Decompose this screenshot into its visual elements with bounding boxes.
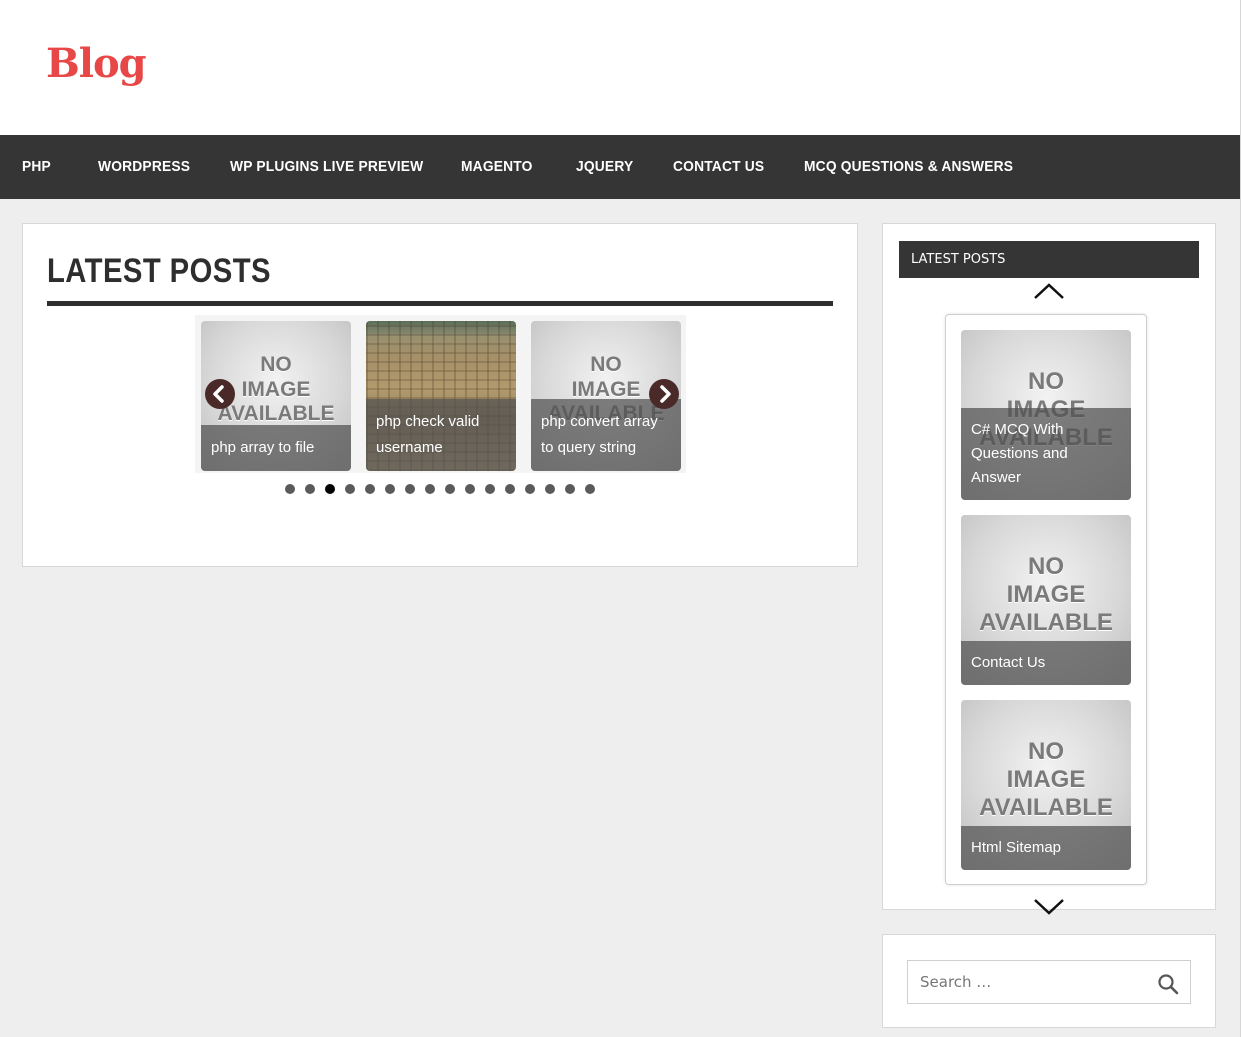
nav-item-magento[interactable]: MAGENTO [461, 135, 533, 199]
carousel-dot[interactable] [505, 484, 515, 494]
nav-item-jquery[interactable]: JQUERY [576, 135, 633, 199]
carousel-dot[interactable] [285, 484, 295, 494]
sidebar-post-item[interactable]: NO IMAGE AVAILABLE C# MCQ With Questions… [961, 330, 1131, 500]
carousel-slide[interactable]: php check valid username [366, 321, 516, 471]
widget-title: LATEST POSTS [899, 241, 1199, 278]
page: Blog PHP WORDPRESS WP PLUGINS LIVE PREVI… [0, 0, 1241, 1037]
site-title[interactable]: Blog [46, 40, 147, 87]
title-divider [47, 301, 833, 306]
post-caption[interactable]: Html Sitemap [961, 826, 1131, 870]
carousel-dot[interactable] [525, 484, 535, 494]
slide-caption[interactable]: php convert array to query string [531, 399, 681, 471]
chevron-down-icon[interactable] [1033, 896, 1065, 916]
chevron-left-icon [213, 385, 224, 403]
nav-item-php[interactable]: PHP [22, 135, 51, 199]
slide-caption[interactable]: php check valid username [366, 399, 516, 471]
no-image-placeholder: NO IMAGE AVAILABLE [979, 553, 1113, 637]
carousel-dot[interactable] [325, 484, 335, 494]
chevron-up-icon[interactable] [1033, 282, 1065, 302]
carousel-dot[interactable] [445, 484, 455, 494]
section-title: LATEST POSTS [47, 252, 271, 290]
carousel-dot[interactable] [545, 484, 555, 494]
carousel-next-button[interactable] [649, 379, 679, 409]
carousel-dot[interactable] [425, 484, 435, 494]
carousel-dot[interactable] [405, 484, 415, 494]
main-navigation: PHP WORDPRESS WP PLUGINS LIVE PREVIEW MA… [0, 135, 1240, 199]
carousel-prev-button[interactable] [205, 379, 235, 409]
site-header: Blog [0, 0, 1240, 135]
carousel-dot[interactable] [385, 484, 395, 494]
search-input[interactable]: Search … [907, 960, 1191, 1004]
carousel-dot[interactable] [305, 484, 315, 494]
search-widget: Search … [882, 934, 1216, 1028]
carousel-dot[interactable] [365, 484, 375, 494]
post-caption[interactable]: C# MCQ With Questions and Answer [961, 408, 1131, 500]
carousel-dot[interactable] [465, 484, 475, 494]
sidebar-post-item[interactable]: NO IMAGE AVAILABLE Contact Us [961, 515, 1131, 685]
chevron-right-icon [660, 385, 671, 403]
nav-item-contact-us[interactable]: CONTACT US [673, 135, 764, 199]
no-image-placeholder: NO IMAGE AVAILABLE [979, 738, 1113, 822]
carousel-dot[interactable] [345, 484, 355, 494]
latest-posts-section: LATEST POSTS NO IMAGE AVAILABLE php arra… [22, 223, 858, 567]
carousel-dot[interactable] [585, 484, 595, 494]
nav-item-mcq-questions-answers[interactable]: MCQ QUESTIONS & ANSWERS [804, 135, 1013, 199]
vertical-post-slider: NO IMAGE AVAILABLE C# MCQ With Questions… [945, 314, 1147, 885]
carousel-dot[interactable] [485, 484, 495, 494]
sidebar-latest-posts-widget: LATEST POSTS NO IMAGE AVAILABLE C# MCQ W… [882, 223, 1216, 915]
posts-carousel: NO IMAGE AVAILABLE php array to file php… [195, 315, 686, 473]
search-icon[interactable] [1157, 973, 1179, 995]
sidebar-post-item[interactable]: NO IMAGE AVAILABLE Html Sitemap [961, 700, 1131, 870]
post-caption[interactable]: Contact Us [961, 641, 1131, 685]
nav-item-wp-plugins-live-preview[interactable]: WP PLUGINS LIVE PREVIEW [230, 135, 423, 199]
carousel-dot[interactable] [565, 484, 575, 494]
nav-item-wordpress[interactable]: WORDPRESS [98, 135, 190, 199]
slide-caption[interactable]: php array to file [201, 425, 351, 471]
